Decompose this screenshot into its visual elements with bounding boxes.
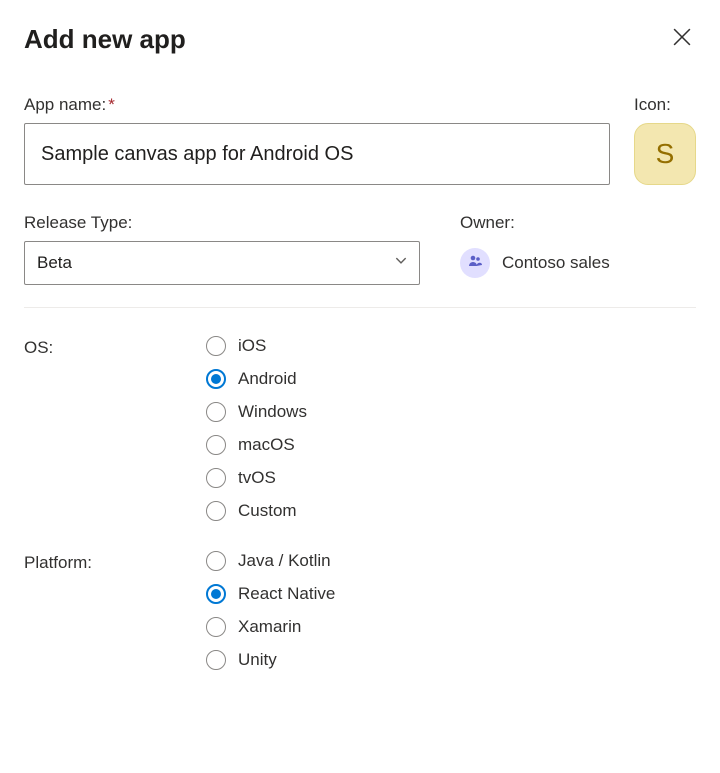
radio-icon: [206, 336, 226, 356]
radio-icon: [206, 650, 226, 670]
app-name-label: App name:*: [24, 95, 610, 115]
release-type-select[interactable]: Beta: [24, 241, 420, 285]
people-icon: [467, 253, 483, 274]
owner-label: Owner:: [460, 213, 610, 233]
platform-radio-group: Java / Kotlin React Native Xamarin Unity: [206, 551, 335, 670]
radio-icon: [206, 584, 226, 604]
owner-name: Contoso sales: [502, 253, 610, 273]
platform-option[interactable]: Java / Kotlin: [206, 551, 335, 571]
os-option[interactable]: Windows: [206, 402, 307, 422]
radio-icon: [206, 501, 226, 521]
close-button[interactable]: [668, 26, 696, 54]
platform-section: Platform: Java / Kotlin React Native Xamar…: [24, 551, 696, 670]
os-label: OS:: [24, 336, 206, 521]
os-option[interactable]: macOS: [206, 435, 307, 455]
platform-option[interactable]: Unity: [206, 650, 335, 670]
os-radio-group: iOS Android Windows macOS tvOS Custom: [206, 336, 307, 521]
app-icon-preview[interactable]: S: [634, 123, 696, 185]
app-name-input[interactable]: [24, 123, 610, 185]
radio-icon: [206, 468, 226, 488]
platform-option[interactable]: React Native: [206, 584, 335, 604]
os-option[interactable]: tvOS: [206, 468, 307, 488]
platform-label: Platform:: [24, 551, 206, 670]
radio-icon: [206, 435, 226, 455]
release-type-label: Release Type:: [24, 213, 420, 233]
radio-label: Windows: [238, 402, 307, 422]
os-section: OS: iOS Android Windows macOS tvOS Custom: [24, 336, 696, 521]
dialog-title: Add new app: [24, 24, 186, 55]
radio-label: iOS: [238, 336, 266, 356]
radio-label: React Native: [238, 584, 335, 604]
close-icon: [673, 28, 691, 51]
radio-label: Android: [238, 369, 297, 389]
icon-label: Icon:: [634, 95, 696, 115]
radio-label: tvOS: [238, 468, 276, 488]
radio-icon: [206, 551, 226, 571]
radio-icon: [206, 617, 226, 637]
radio-label: Unity: [238, 650, 277, 670]
os-option[interactable]: Android: [206, 369, 307, 389]
platform-option[interactable]: Xamarin: [206, 617, 335, 637]
os-option[interactable]: iOS: [206, 336, 307, 356]
radio-icon: [206, 369, 226, 389]
owner-avatar: [460, 248, 490, 278]
radio-label: macOS: [238, 435, 295, 455]
radio-label: Xamarin: [238, 617, 301, 637]
os-option[interactable]: Custom: [206, 501, 307, 521]
radio-label: Custom: [238, 501, 297, 521]
radio-icon: [206, 402, 226, 422]
radio-label: Java / Kotlin: [238, 551, 331, 571]
divider: [24, 307, 696, 308]
